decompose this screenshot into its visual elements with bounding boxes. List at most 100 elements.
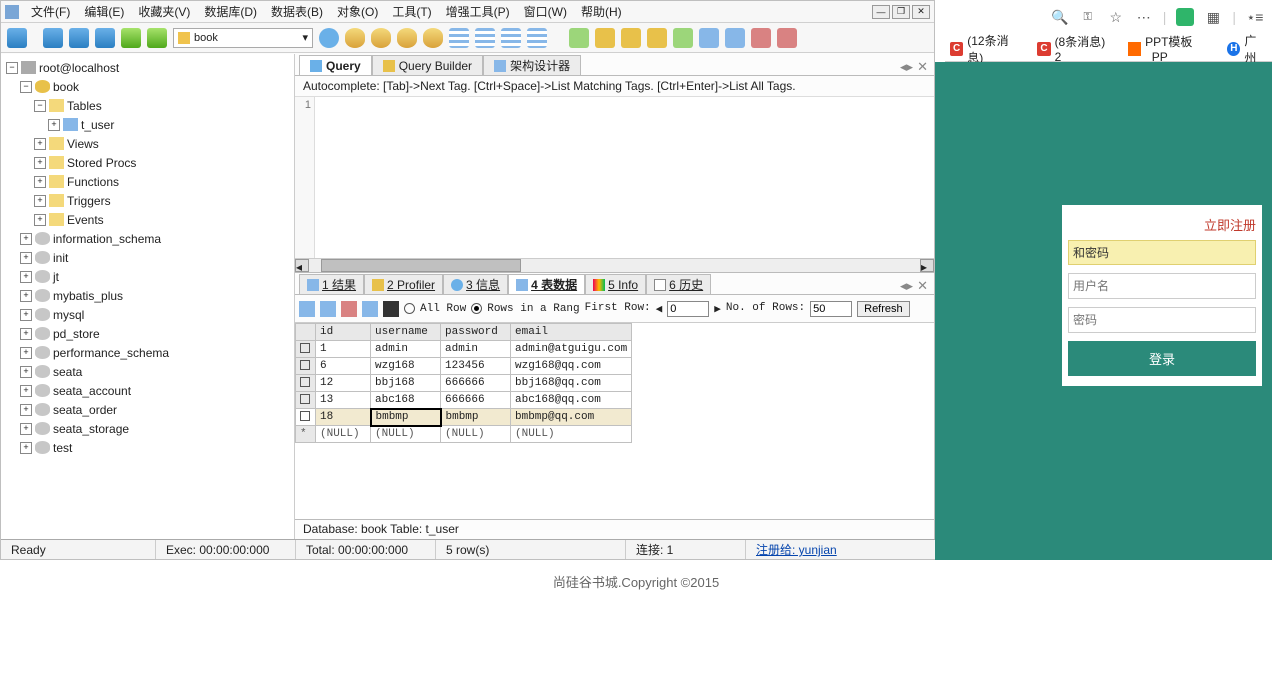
radio-range[interactable] — [471, 303, 482, 314]
tree-triggers[interactable]: Triggers — [67, 194, 111, 208]
rtb-icon[interactable] — [383, 301, 399, 317]
tool4-icon[interactable] — [647, 28, 667, 48]
minimize-button[interactable]: — — [872, 5, 890, 19]
col-email[interactable]: email — [511, 324, 632, 341]
new-conn-icon[interactable] — [7, 28, 27, 48]
browser-tab[interactable]: C(12条消息) — [945, 38, 1026, 60]
table-row[interactable]: 18bmbmpbmbmpbmbmp@qq.com — [296, 409, 632, 426]
tab-builder[interactable]: Query Builder — [372, 55, 483, 75]
tree-other-db[interactable]: mybatis_plus — [53, 289, 123, 303]
table-row[interactable]: 1adminadminadmin@atguigu.com — [296, 341, 632, 358]
object-tree[interactable]: −root@localhost −book −Tables +t_user +V… — [1, 54, 295, 539]
tool1-icon[interactable] — [569, 28, 589, 48]
refresh-button[interactable]: Refresh — [857, 301, 910, 317]
fav-icon[interactable]: ⋆≡ — [1246, 8, 1264, 26]
grid1-icon[interactable] — [449, 28, 469, 48]
prev-page-icon[interactable]: ◀ — [656, 302, 663, 316]
db-del-icon[interactable] — [423, 28, 443, 48]
tree-sp[interactable]: Stored Procs — [67, 156, 136, 170]
rtb-icon[interactable] — [362, 301, 378, 317]
tree-db[interactable]: book — [53, 80, 79, 94]
tab-result[interactable]: 1 结果 — [299, 274, 364, 294]
menu-edit[interactable]: 编辑(E) — [78, 1, 130, 22]
tree-events[interactable]: Events — [67, 213, 104, 227]
radio-all[interactable] — [404, 303, 415, 314]
tree-other-db[interactable]: performance_schema — [53, 346, 169, 360]
tree-other-db[interactable]: seata — [53, 365, 82, 379]
tab-close-icon[interactable]: ✕ — [917, 59, 928, 75]
menu-window[interactable]: 窗口(W) — [518, 1, 573, 22]
key-icon[interactable]: ⚿ — [1079, 8, 1097, 26]
sql-editor[interactable]: 1 ◂▸ — [295, 97, 934, 273]
run-sel-icon[interactable] — [69, 28, 89, 48]
tool5-icon[interactable] — [673, 28, 693, 48]
username-input[interactable] — [1068, 273, 1256, 299]
zoom-icon[interactable]: 🔍 — [1051, 8, 1069, 26]
editor-scrollbar[interactable]: ◂▸ — [295, 258, 934, 272]
tree-root[interactable]: root@localhost — [39, 61, 119, 75]
tool2-icon[interactable] — [595, 28, 615, 48]
ext1-icon[interactable] — [1176, 8, 1194, 26]
star-icon[interactable]: ☆ — [1107, 8, 1125, 26]
next-page-icon[interactable]: ▶ — [714, 302, 721, 316]
db-edit-icon[interactable] — [397, 28, 417, 48]
browser-tab[interactable]: C(8条消息) 2 — [1032, 38, 1117, 60]
tree-views[interactable]: Views — [67, 137, 99, 151]
tree-other-db[interactable]: seata_storage — [53, 422, 129, 436]
tool7-icon[interactable] — [725, 28, 745, 48]
menu-object[interactable]: 对象(O) — [331, 1, 384, 22]
menu-tools[interactable]: 工具(T) — [386, 1, 437, 22]
tab-profiler[interactable]: 2 Profiler — [364, 274, 443, 294]
browser-tab[interactable]: H广州 — [1222, 38, 1272, 60]
rtb-icon[interactable] — [341, 301, 357, 317]
tab-prev-icon[interactable]: ◂▸ — [900, 59, 913, 75]
menu-db[interactable]: 数据库(D) — [198, 1, 263, 22]
col-username[interactable]: username — [371, 324, 441, 341]
status-regto[interactable]: 注册给: yunjian — [756, 541, 837, 558]
tool8-icon[interactable] — [751, 28, 771, 48]
result-close-icon[interactable]: ✕ — [917, 278, 928, 294]
table-row[interactable]: 12bbj168666666bbj168@qq.com — [296, 375, 632, 392]
tree-tuser[interactable]: t_user — [81, 118, 114, 132]
apps-icon[interactable]: ▦ — [1204, 8, 1222, 26]
tree-other-db[interactable]: test — [53, 441, 72, 455]
grid3-icon[interactable] — [501, 28, 521, 48]
tree-other-db[interactable]: mysql — [53, 308, 84, 322]
run-icon[interactable] — [43, 28, 63, 48]
run-all-icon[interactable] — [95, 28, 115, 48]
refresh-icon[interactable] — [121, 28, 141, 48]
db-add-icon[interactable] — [371, 28, 391, 48]
tab-info2[interactable]: 5 Info — [585, 274, 646, 294]
tab-info[interactable]: 3 信息 — [443, 274, 508, 294]
tree-tables[interactable]: Tables — [67, 99, 102, 113]
grid2-icon[interactable] — [475, 28, 495, 48]
maximize-button[interactable]: ❐ — [892, 5, 910, 19]
table-row[interactable]: 6wzg168123456wzg168@qq.com — [296, 358, 632, 375]
tool6-icon[interactable] — [699, 28, 719, 48]
menu-ptools[interactable]: 增强工具(P) — [440, 1, 516, 22]
save-icon[interactable] — [147, 28, 167, 48]
table-new-row[interactable]: *(NULL)(NULL)(NULL)(NULL) — [296, 426, 632, 443]
result-prev-icon[interactable]: ◂▸ — [900, 278, 913, 294]
table-row[interactable]: 13abc168666666abc168@qq.com — [296, 392, 632, 409]
data-grid[interactable]: id username password email 1adminadminad… — [295, 323, 934, 519]
tree-functions[interactable]: Functions — [67, 175, 119, 189]
menu-file[interactable]: 文件(F) — [25, 1, 76, 22]
tool3-icon[interactable] — [621, 28, 641, 48]
tab-tabledata[interactable]: 4 表数据 — [508, 274, 585, 294]
col-password[interactable]: password — [441, 324, 511, 341]
menu-fav[interactable]: 收藏夹(V) — [132, 1, 196, 22]
browser-tab[interactable]: PPT模板_PP — [1123, 38, 1216, 60]
tab-arch[interactable]: 架构设计器 — [483, 55, 581, 75]
menu-table[interactable]: 数据表(B) — [265, 1, 329, 22]
tool9-icon[interactable] — [777, 28, 797, 48]
menu-help[interactable]: 帮助(H) — [575, 1, 628, 22]
db-icon[interactable] — [345, 28, 365, 48]
tree-other-db[interactable]: seata_order — [53, 403, 117, 417]
user-icon[interactable] — [319, 28, 339, 48]
tree-other-db[interactable]: pd_store — [53, 327, 100, 341]
first-row-input[interactable] — [667, 301, 709, 317]
database-combo[interactable]: book▾ — [173, 28, 313, 48]
rtb-icon[interactable] — [320, 301, 336, 317]
rtb-icon[interactable] — [299, 301, 315, 317]
